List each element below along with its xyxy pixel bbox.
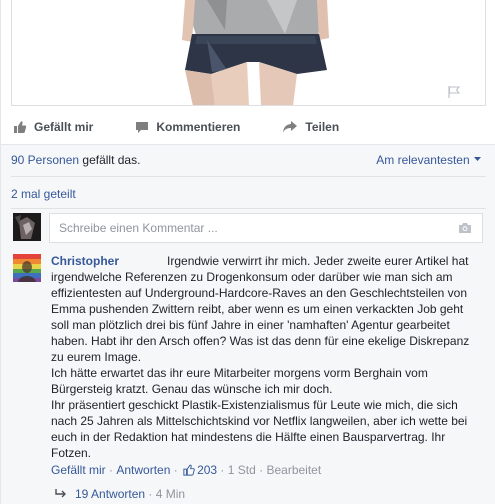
post-photo[interactable] [11, 0, 486, 106]
reply-arrow-icon [55, 489, 66, 498]
comment-meta: Gefällt mir · Antworten · 203 · 1 Std · … [51, 463, 321, 477]
meta-separator: · [255, 463, 267, 477]
like-button[interactable]: Gefällt mir [13, 120, 93, 134]
comment-input-box[interactable] [49, 213, 483, 243]
comment-input[interactable] [50, 214, 430, 242]
likes-summary: 90 Personen gefällt das. [11, 153, 140, 167]
comment-body: Christopher Irgendwie verwirrt ihr mich. … [51, 253, 483, 461]
commenter-avatar[interactable] [13, 254, 41, 282]
avatar-image [13, 254, 41, 282]
chevron-down-icon [474, 157, 481, 161]
comment-icon [136, 122, 149, 133]
camera-icon[interactable] [458, 222, 472, 234]
comment-paragraph: Christopher Irgendwie verwirrt ihr mich. … [51, 253, 483, 365]
photo-image [182, 0, 329, 105]
comment-paragraph: Ich hätte erwartet das ihr eure Mitarbei… [51, 366, 428, 396]
meta-separator: · [145, 487, 156, 501]
reactions-number: 203 [197, 463, 218, 477]
thumbs-up-icon [14, 121, 27, 133]
post-actions: Gefällt mir Kommentieren Teilen [1, 112, 495, 142]
comment-label: Kommentieren [156, 120, 241, 134]
flag-icon[interactable] [447, 85, 461, 99]
share-button[interactable]: Teilen [282, 120, 339, 134]
shares-link[interactable]: 2 mal geteilt [11, 187, 76, 201]
meta-separator: · [217, 463, 228, 477]
edited-label[interactable]: Bearbeitet [266, 463, 321, 477]
reactions-count[interactable]: 203 [181, 463, 217, 477]
separator [11, 176, 486, 177]
replies-time: 4 Min [155, 487, 186, 501]
thumbs-up-icon [183, 464, 195, 476]
comment-text: Irgendwie verwirrt ihr mich. Jeder zweit… [51, 254, 470, 364]
likes-suffix: gefällt das. [79, 153, 141, 167]
sort-dropdown[interactable]: Am relevantesten [376, 153, 481, 167]
comment-author[interactable]: Christopher [51, 254, 119, 268]
share-label: Teilen [305, 120, 340, 134]
avatar-image [13, 213, 41, 241]
replies-link[interactable]: 19 Antworten · 4 Min [55, 487, 185, 501]
sort-label: Am relevantesten [376, 153, 470, 167]
meta-separator: · [170, 463, 182, 477]
comment-button[interactable]: Kommentieren [135, 120, 240, 134]
separator [11, 208, 486, 209]
like-label: Gefällt mir [34, 120, 94, 134]
comment-reply-link[interactable]: Antworten [116, 463, 170, 477]
comment-timestamp[interactable]: 1 Std [228, 463, 256, 477]
post-card: Gefällt mir Kommentieren Teilen 90 Perso… [0, 0, 495, 504]
meta-separator: · [105, 463, 117, 477]
comment-paragraph: Ihr präsentiert geschickt Plastik-Existe… [51, 398, 468, 460]
likes-count-link[interactable]: 90 Personen [11, 153, 79, 167]
share-arrow-icon [283, 121, 298, 133]
current-user-avatar[interactable] [13, 213, 41, 241]
comment-like-link[interactable]: Gefällt mir [51, 463, 106, 477]
replies-count[interactable]: 19 Antworten [75, 487, 145, 501]
